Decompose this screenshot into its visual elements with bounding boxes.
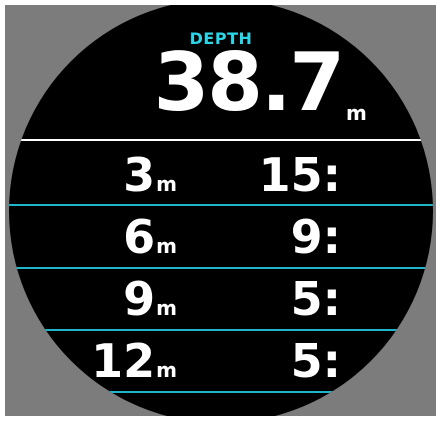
stop-depth-unit: m <box>156 358 177 382</box>
stop-depth-unit: m <box>156 234 177 258</box>
stop-depth-value: 6 <box>123 210 156 264</box>
stop-depth-unit: m <box>156 296 177 320</box>
stop-depth: 9m <box>9 271 177 336</box>
stop-time: 5: <box>290 334 341 388</box>
stop-depth-value: 9 <box>123 272 156 326</box>
deco-stop-row: 6m 9: <box>9 209 433 265</box>
stop-time: 5: <box>290 272 341 326</box>
stop-time: 15: <box>258 148 341 202</box>
stop-depth-value: 12 <box>91 334 156 388</box>
row-divider <box>9 204 433 206</box>
depth-value: 38.7 <box>153 36 345 129</box>
device-bezel: DEPTH 38.7 m 3m 15: 6m 9: 9m 5: 12m 5: <box>5 5 436 416</box>
stop-depth: 3m <box>9 147 177 212</box>
dive-computer-frame: DEPTH 38.7 m 3m 15: 6m 9: 9m 5: 12m 5: <box>0 0 441 421</box>
deco-stop-row: 12m 5: <box>9 333 433 389</box>
stop-depth-value: 3 <box>123 148 156 202</box>
stop-depth-unit: m <box>156 172 177 196</box>
row-divider <box>9 267 433 269</box>
stop-time: 9: <box>290 210 341 264</box>
deco-stop-row: 9m 5: <box>9 271 433 327</box>
depth-unit: m <box>346 101 367 125</box>
row-divider <box>9 391 433 393</box>
stop-depth: 6m <box>9 209 177 274</box>
row-divider <box>9 329 433 331</box>
depth-readout: 38.7 m <box>9 33 433 133</box>
deco-stop-row: 3m 15: <box>9 147 433 203</box>
round-display: DEPTH 38.7 m 3m 15: 6m 9: 9m 5: 12m 5: <box>9 5 433 416</box>
depth-divider <box>9 139 433 141</box>
stop-depth: 12m <box>9 333 177 398</box>
